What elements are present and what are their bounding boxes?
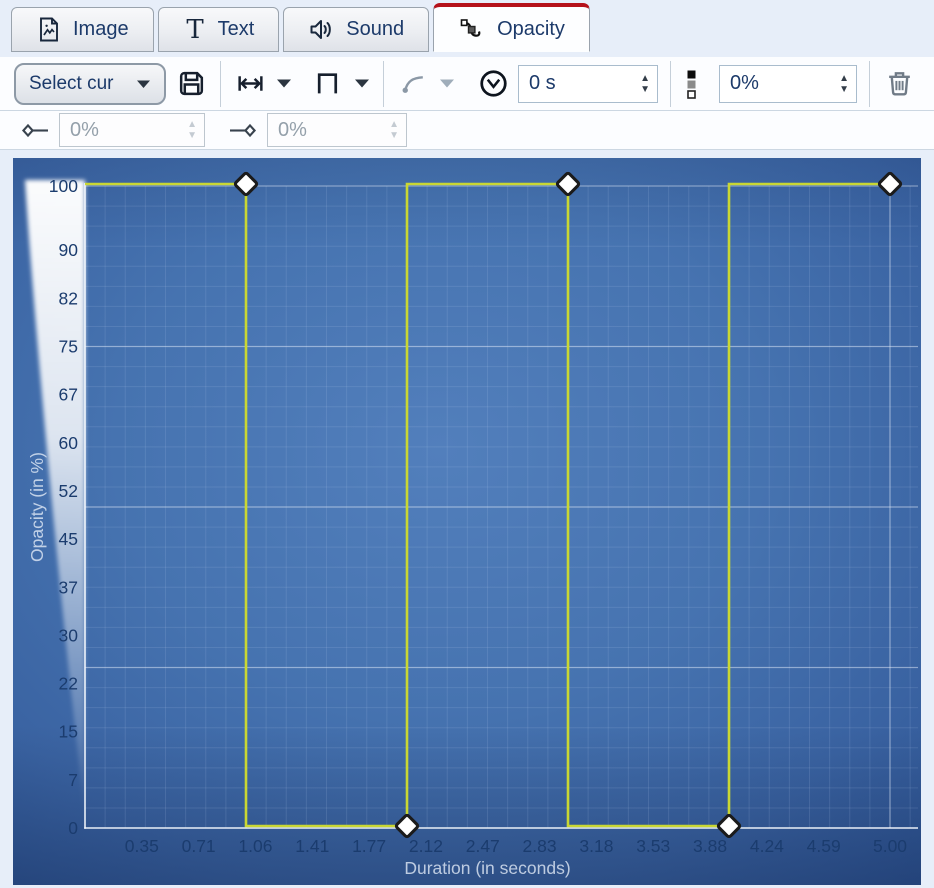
time-input[interactable] <box>529 72 621 95</box>
tab-bar: Image T Text Sound Opacity <box>11 3 590 52</box>
y-tick-label: 22 <box>59 674 78 694</box>
chevron-down-icon <box>439 78 455 89</box>
easing-toolbar: ▲ ▼ ▲ ▼ <box>0 111 934 150</box>
x-tick-label: 4.59 <box>807 836 841 856</box>
y-tick-label: 52 <box>59 481 78 501</box>
stretch-width-dropdown[interactable] <box>275 78 293 89</box>
x-tick-label: 0.35 <box>125 836 159 856</box>
tab-label: Sound <box>346 18 404 41</box>
y-tick-label: 7 <box>68 770 78 790</box>
ease-curve-button-disabled <box>396 67 430 101</box>
save-button[interactable] <box>174 67 208 101</box>
x-tick-label: 5.00 <box>873 836 907 856</box>
opacity-editor-window: { "tabs": [ {"label": "Image", "icon": "… <box>0 0 934 888</box>
tab-image[interactable]: Image <box>11 7 154 52</box>
ease-in-spinbox: ▲ ▼ <box>59 113 205 147</box>
y-tick-label: 15 <box>59 722 78 742</box>
square-wave-dropdown[interactable] <box>353 78 371 89</box>
y-tick-label: 67 <box>59 385 78 405</box>
spin-up-button: ▲ <box>187 120 197 129</box>
tab-label: Image <box>73 18 129 41</box>
x-tick-label: 1.41 <box>295 836 329 856</box>
clock-icon <box>477 67 510 100</box>
y-tick-label: 82 <box>59 288 78 308</box>
y-tick-label: 60 <box>59 433 79 453</box>
keyframe-out-icon <box>228 122 258 139</box>
ease-curve-icon <box>398 68 429 99</box>
layer-dots-icon <box>685 68 698 100</box>
ease-out-spinner-arrows: ▲ ▼ <box>389 120 399 140</box>
value-input[interactable] <box>730 72 822 95</box>
main-toolbar: Select cur <box>0 57 934 111</box>
x-tick-label: 3.18 <box>579 836 613 856</box>
y-tick-label: 37 <box>59 577 78 597</box>
spin-up-button[interactable]: ▲ <box>839 74 849 83</box>
tab-label: Text <box>218 18 255 41</box>
y-tick-label: 0 <box>68 818 78 838</box>
tab-text[interactable]: T Text <box>158 7 280 52</box>
ease-out-input <box>278 119 370 142</box>
square-wave-icon <box>313 68 344 99</box>
chevron-down-icon <box>136 79 151 89</box>
ease-out-spinbox: ▲ ▼ <box>267 113 407 147</box>
toolbar-separator <box>383 61 384 107</box>
opacity-curve-editor[interactable]: 0.35 0.71 1.06 1.41 1.77 2.12 2.47 2.83 3.18 3.53… <box>13 158 921 885</box>
text-icon: T <box>183 16 207 43</box>
spin-down-button: ▼ <box>389 131 399 140</box>
opacity-curve-icon <box>458 16 486 43</box>
x-tick-label: 4.24 <box>750 836 784 856</box>
spin-down-button[interactable]: ▼ <box>839 85 849 94</box>
spin-down-button: ▼ <box>187 131 197 140</box>
x-tick-label: 1.06 <box>238 836 272 856</box>
x-tick-label: 2.47 <box>466 836 500 856</box>
toolbar-separator <box>869 61 870 107</box>
spin-up-button[interactable]: ▲ <box>640 74 650 83</box>
curve-select-dropdown[interactable]: Select cur <box>14 63 166 105</box>
stretch-width-button[interactable] <box>233 67 267 101</box>
y-tick-label: 100 <box>49 176 78 196</box>
image-icon <box>36 16 62 43</box>
y-tick-label: 45 <box>59 529 78 549</box>
keyframe-in-icon <box>20 122 50 139</box>
x-tick-label: 3.53 <box>636 836 670 856</box>
y-tick-label: 90 <box>59 240 79 260</box>
x-tick-label: 2.12 <box>409 836 443 856</box>
tab-sound[interactable]: Sound <box>283 7 429 52</box>
value-spinbox: ▲ ▼ <box>719 65 857 103</box>
y-tick-label: 75 <box>59 337 78 357</box>
stretch-width-icon <box>235 68 266 99</box>
x-axis-title: Duration (in seconds) <box>404 858 570 878</box>
spin-down-button[interactable]: ▼ <box>640 85 650 94</box>
save-icon <box>176 68 207 99</box>
trash-icon <box>884 68 915 99</box>
spin-up-button: ▲ <box>389 120 399 129</box>
tab-opacity[interactable]: Opacity <box>433 3 590 52</box>
layer-dots-wrap <box>683 67 699 101</box>
x-tick-label: 3.88 <box>693 836 727 856</box>
x-tick-label: 1.77 <box>352 836 386 856</box>
toolbar-separator <box>670 61 671 107</box>
y-tick-label: 30 <box>59 625 79 645</box>
time-spinner-arrows: ▲ ▼ <box>640 74 650 94</box>
ease-in-input <box>70 119 162 142</box>
chevron-down-icon <box>354 78 370 89</box>
square-wave-button[interactable] <box>311 67 345 101</box>
ease-curve-dropdown-disabled <box>438 78 456 89</box>
chevron-down-icon <box>276 78 292 89</box>
time-icon-wrap <box>476 67 510 101</box>
value-spinner-arrows: ▲ ▼ <box>839 74 849 94</box>
time-spinbox: ▲ ▼ <box>518 65 658 103</box>
x-tick-label: 2.83 <box>523 836 557 856</box>
ease-in-spinner-arrows: ▲ ▼ <box>187 120 197 140</box>
delete-keyframe-button[interactable] <box>882 67 916 101</box>
tab-label: Opacity <box>497 18 565 41</box>
curve-select-value: Select cur <box>29 73 113 95</box>
sound-icon <box>308 16 335 43</box>
toolbar-separator <box>220 61 221 107</box>
opacity-curve-chart[interactable]: 0.35 0.71 1.06 1.41 1.77 2.12 2.47 2.83 3.18 3.53… <box>13 158 921 885</box>
y-axis-title: Opacity (in %) <box>27 452 47 562</box>
svg-text:T: T <box>186 16 204 43</box>
x-tick-label: 0.71 <box>182 836 216 856</box>
